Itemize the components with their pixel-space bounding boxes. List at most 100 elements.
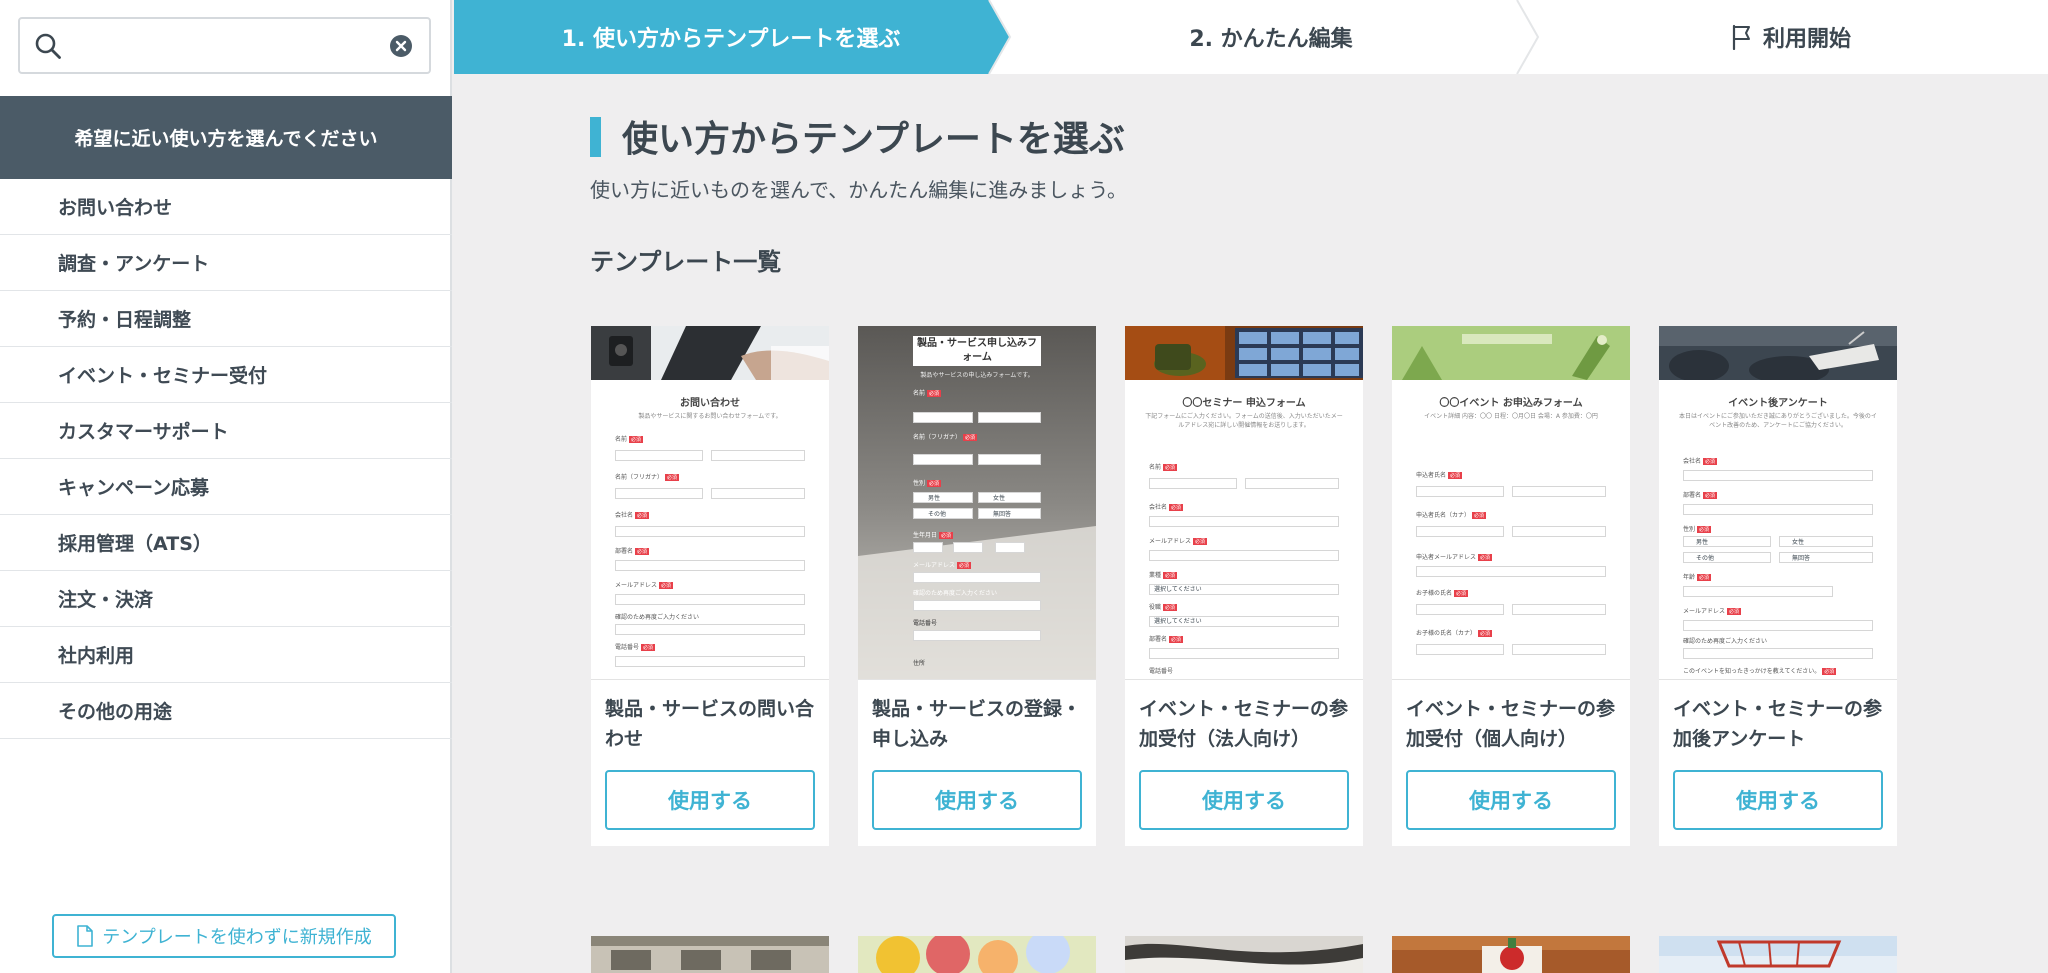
template-card-seminar-corporate[interactable]: 〇〇セミナー 申込フォーム 下記フォームにご入力ください。フォームの送信後、入力…	[1125, 326, 1363, 846]
category-item-inquiry[interactable]: お問い合わせ	[0, 179, 452, 235]
field-label: 名前（フリガナ） 必須	[913, 432, 978, 441]
template-card-next[interactable]	[858, 936, 1096, 973]
field-box	[1416, 604, 1504, 615]
option-female: 女性	[1779, 536, 1873, 547]
field-label: 生年月日 必須	[913, 530, 954, 539]
required-badge: 必須	[1478, 554, 1493, 561]
field-label-text: 電話番号	[615, 644, 640, 651]
field-label: 会社名 必須	[615, 510, 650, 519]
document-photo-image	[858, 326, 1096, 679]
template-list-title: テンプレート一覧	[590, 248, 782, 276]
field-box	[978, 412, 1041, 423]
form-preview: イベント後アンケート 本日はイベントにご参加いただき誠にありがとうございました。…	[1659, 380, 1897, 679]
field-label: 部署名 必須	[1149, 634, 1184, 643]
template-name: 製品・サービスの問い合わせ	[605, 698, 815, 750]
field-box	[1683, 470, 1873, 481]
form-preview-title: イベント後アンケート	[1728, 398, 1828, 409]
category-item-survey[interactable]: 調査・アンケート	[0, 235, 452, 291]
field-box	[1149, 478, 1237, 489]
option-male: 男性	[1683, 536, 1771, 547]
use-template-button[interactable]: 使用する	[1139, 770, 1349, 830]
use-template-button[interactable]: 使用する	[1673, 770, 1883, 830]
template-card-next[interactable]	[1125, 936, 1363, 973]
required-badge: 必須	[1454, 590, 1469, 597]
field-box	[1416, 644, 1504, 655]
required-badge: 必須	[1478, 630, 1493, 637]
laptop-photo-image	[591, 326, 829, 380]
template-card-inquiry[interactable]: お問い合わせ 製品やサービスに関するお問い合わせフォームです。 名前 必須 名前（…	[591, 326, 829, 846]
field-label: メールアドレス 必須	[913, 560, 972, 569]
required-badge: 必須	[629, 436, 644, 443]
field-box	[1416, 486, 1504, 497]
required-badge: 必須	[659, 582, 674, 589]
field-label: 部署名 必須	[615, 546, 650, 555]
field-box	[615, 526, 805, 537]
field-label: 名前（フリガナ） 必須	[615, 472, 680, 481]
category-item-reservation[interactable]: 予約・日程調整	[0, 291, 452, 347]
field-label-text: お子様の氏名	[1416, 590, 1453, 597]
sidebar: 希望に近い使い方を選んでください お問い合わせ 調査・アンケート 予約・日程調整…	[0, 0, 452, 973]
required-badge: 必須	[665, 474, 680, 481]
field-box	[1512, 526, 1606, 537]
field-label-text: 部署名	[1149, 636, 1168, 643]
clear-search-icon[interactable]	[389, 34, 413, 58]
template-card-seminar-individual[interactable]: 〇〇イベント お申込みフォーム イベント詳細 内容：〇〇 日程：〇月〇日 会場：…	[1392, 326, 1630, 846]
field-label: 役職 必須	[1149, 602, 1178, 611]
category-item-other[interactable]: その他の用途	[0, 683, 452, 739]
page-subtitle: 使い方に近いものを選んで、かんたん編集に進みましょう。	[590, 178, 1127, 202]
field-box	[711, 488, 805, 499]
field-label-text: 年齢	[1683, 574, 1696, 581]
required-badge: 必須	[1703, 492, 1718, 499]
field-box	[995, 542, 1025, 553]
category-item-support[interactable]: カスタマーサポート	[0, 403, 452, 459]
use-template-button[interactable]: 使用する	[605, 770, 815, 830]
field-box	[1245, 478, 1339, 489]
field-box	[1512, 644, 1606, 655]
option-male: 男性	[913, 492, 973, 503]
category-item-recruiting[interactable]: 採用管理（ATS）	[0, 515, 452, 571]
field-label-text: 名前	[615, 436, 628, 443]
category-item-campaign[interactable]: キャンペーン応募	[0, 459, 452, 515]
use-template-button[interactable]: 使用する	[872, 770, 1082, 830]
required-badge: 必須	[1822, 668, 1837, 675]
field-label: お子様の氏名 必須	[1416, 588, 1469, 597]
template-card-next[interactable]	[591, 936, 829, 973]
balloons-photo-image	[858, 936, 1096, 973]
template-thumbnail: 〇〇イベント お申込みフォーム イベント詳細 内容：〇〇 日程：〇月〇日 会場：…	[1392, 326, 1630, 680]
template-card-post-event-survey[interactable]: イベント後アンケート 本日はイベントにご参加いただき誠にありがとうございました。…	[1659, 326, 1897, 846]
field-box	[913, 630, 1041, 641]
option-no-answer: 無回答	[1779, 552, 1873, 563]
create-without-template-label: テンプレートを使わずに新規作成	[102, 927, 372, 948]
video-meeting-photo-image	[1125, 326, 1363, 380]
field-label: 名前 必須	[1149, 462, 1178, 471]
category-item-order[interactable]: 注文・決済	[0, 571, 452, 627]
field-label-text: 性別	[913, 480, 926, 487]
form-preview-title-box: 製品・サービス申し込みフォーム	[913, 336, 1041, 366]
use-template-button[interactable]: 使用する	[1406, 770, 1616, 830]
search-input[interactable]	[76, 27, 376, 65]
template-card-next[interactable]	[1392, 936, 1630, 973]
option-female: 女性	[978, 492, 1041, 503]
form-preview: 〇〇セミナー 申込フォーム 下記フォームにご入力ください。フォームの送信後、入力…	[1125, 380, 1363, 679]
field-label-text: 性別	[1683, 526, 1696, 533]
field-label-text: メールアドレス	[1149, 538, 1192, 545]
category-item-event[interactable]: イベント・セミナー受付	[0, 347, 452, 403]
step-2: 2. かんたん編集	[1008, 0, 1534, 74]
step-3-label: 利用開始	[1762, 27, 1851, 52]
page-title: 使い方からテンプレートを選ぶ	[622, 119, 1125, 160]
title-accent-bar	[590, 117, 601, 157]
category-item-internal[interactable]: 社内利用	[0, 627, 452, 683]
form-preview-title: 製品・サービス申し込みフォーム	[917, 338, 1037, 363]
template-card-next[interactable]	[1659, 936, 1897, 973]
search-box[interactable]	[18, 17, 431, 74]
template-card-registration[interactable]: 製品・サービス申し込みフォーム 製品やサービスの申し込みフォームです。 名前 必須…	[858, 326, 1096, 846]
field-box	[913, 572, 1041, 583]
field-label-text: 確認のため再度ご入力ください	[913, 590, 998, 597]
field-label: 名前 必須	[913, 388, 942, 397]
create-without-template-button[interactable]: テンプレートを使わずに新規作成	[52, 914, 396, 958]
field-label: 性別 必須	[913, 478, 942, 487]
template-thumbnail: 〇〇セミナー 申込フォーム 下記フォームにご入力ください。フォームの送信後、入力…	[1125, 326, 1363, 680]
field-label-text: 名前	[913, 390, 926, 397]
required-badge: 必須	[1163, 572, 1178, 579]
field-label-text: 住所	[913, 660, 926, 667]
